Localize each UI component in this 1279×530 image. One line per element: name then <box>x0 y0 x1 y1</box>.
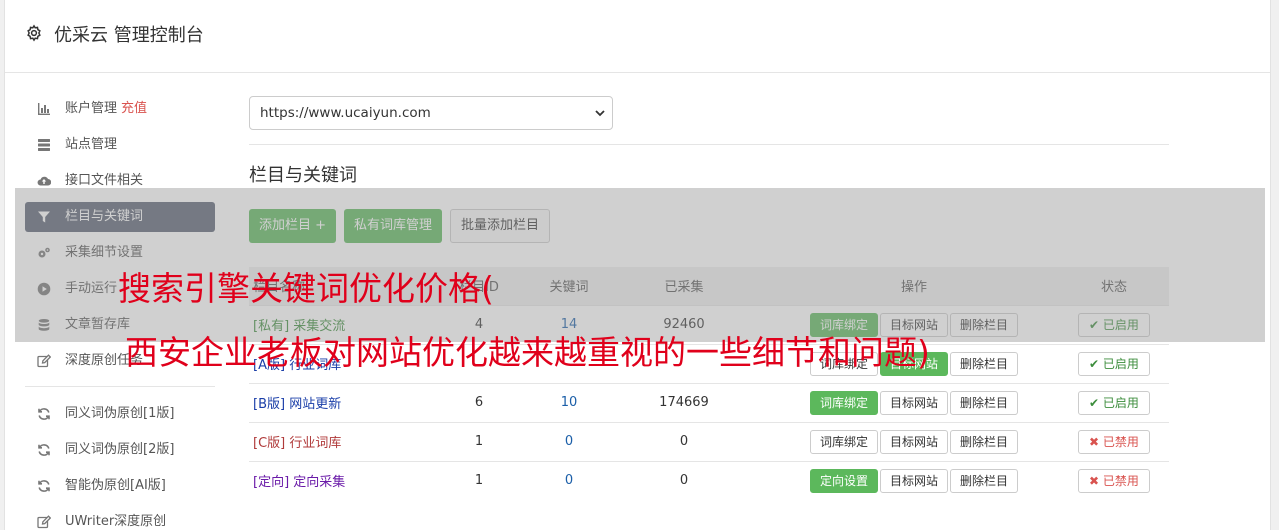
sidebar-item-label: 同义词伪原创[2版] <box>65 442 175 457</box>
site-select-value: https://www.ucaiyun.com <box>260 105 431 121</box>
cell-collected: 174669 <box>599 382 769 422</box>
overlay-title-line2: 西安企业老板对网站优化越来越重视的一些细节和问题) <box>125 333 930 372</box>
divider <box>249 144 1169 145</box>
status-toggle[interactable]: ✔ 已启用 <box>1078 390 1150 415</box>
bind-lib-button[interactable]: 词库绑定 <box>809 429 878 454</box>
status-toggle[interactable]: ✖ 已禁用 <box>1078 468 1150 493</box>
table-row: [B版] 网站更新 6 10 174669 词库绑定 目标网站 删除栏目 ✔ 已启用 <box>249 382 1169 422</box>
sidebar-item-sites[interactable]: 站点管理 <box>25 130 215 160</box>
gear-icon <box>27 24 41 42</box>
cell-actions: 词库绑定 目标网站 删除栏目 <box>769 421 1059 461</box>
cell-status: ✖ 已禁用 <box>1059 421 1169 461</box>
app-title: 优采云 管理控制台 <box>54 25 204 46</box>
sidebar-divider <box>25 386 215 387</box>
overlay-title-line1: 搜索引擎关键词优化价格( <box>118 269 494 308</box>
chevron-down-icon <box>595 110 605 117</box>
sidebar-item-ai-rewrite[interactable]: 智能伪原创[AI版] <box>25 471 215 501</box>
cell-actions: 定向设置 目标网站 删除栏目 <box>769 460 1059 500</box>
cell-id: 6 <box>419 382 539 422</box>
cell-actions: 词库绑定 目标网站 删除栏目 <box>769 382 1059 422</box>
cloud-upload-icon <box>37 176 51 186</box>
cell-id: 1 <box>419 460 539 500</box>
top-header: 优采云 管理控制台 <box>5 0 1270 73</box>
recharge-link[interactable]: 充值 <box>121 101 147 116</box>
cell-keywords[interactable]: 0 <box>539 460 599 500</box>
sidebar-item-label: 接口文件相关 <box>65 173 144 188</box>
table-row: [C版] 行业词库 1 0 0 词库绑定 目标网站 删除栏目 ✖ 已禁用 <box>249 421 1169 461</box>
target-site-button[interactable]: 目标网站 <box>879 390 948 415</box>
sidebar-item-label: UWriter深度原创 <box>65 514 167 529</box>
section-title: 栏目与关键词 <box>249 165 357 186</box>
bind-lib-button[interactable]: 词库绑定 <box>809 390 878 415</box>
cell-status: ✖ 已禁用 <box>1059 460 1169 500</box>
delete-column-button[interactable]: 删除栏目 <box>950 390 1019 415</box>
server-icon <box>38 139 50 151</box>
cell-keywords[interactable]: 0 <box>539 421 599 461</box>
status-toggle[interactable]: ✔ 已启用 <box>1078 351 1150 376</box>
column-name[interactable]: [C版] 行业词库 <box>249 421 419 461</box>
cell-keywords[interactable]: 10 <box>539 382 599 422</box>
sidebar-item-account[interactable]: 账户管理 充值 <box>25 94 215 124</box>
edit-icon <box>37 515 51 529</box>
cell-collected: 0 <box>599 421 769 461</box>
refresh-icon <box>38 408 50 420</box>
refresh-icon <box>38 444 50 456</box>
sidebar-item-synonym-v1[interactable]: 同义词伪原创[1版] <box>25 399 215 429</box>
sidebar-item-label: 同义词伪原创[1版] <box>65 406 175 421</box>
cell-status: ✔ 已启用 <box>1059 343 1169 383</box>
delete-column-button[interactable]: 删除栏目 <box>950 468 1019 493</box>
delete-column-button[interactable]: 删除栏目 <box>950 429 1019 454</box>
sidebar-item-uwriter[interactable]: UWriter深度原创 <box>25 507 215 530</box>
cell-collected: 0 <box>599 460 769 500</box>
sidebar-item-label: 智能伪原创[AI版] <box>65 478 166 493</box>
sidebar-item-synonym-v2[interactable]: 同义词伪原创[2版] <box>25 435 215 465</box>
table-row: [定向] 定向采集 1 0 0 定向设置 目标网站 删除栏目 ✖ 已禁用 <box>249 460 1169 500</box>
delete-column-button[interactable]: 删除栏目 <box>950 351 1019 376</box>
target-site-button[interactable]: 目标网站 <box>879 468 948 493</box>
refresh-icon <box>38 480 50 492</box>
site-select[interactable]: https://www.ucaiyun.com <box>249 96 613 130</box>
sidebar-item-label: 账户管理 <box>65 101 118 116</box>
bar-chart-icon <box>38 103 50 115</box>
sidebar-item-label: 站点管理 <box>65 137 118 152</box>
cell-id: 1 <box>419 421 539 461</box>
status-toggle[interactable]: ✖ 已禁用 <box>1078 429 1150 454</box>
column-name[interactable]: [B版] 网站更新 <box>249 382 419 422</box>
directed-settings-button[interactable]: 定向设置 <box>809 468 878 493</box>
edit-icon <box>37 354 51 368</box>
cell-status: ✔ 已启用 <box>1059 382 1169 422</box>
column-name[interactable]: [定向] 定向采集 <box>249 460 419 500</box>
target-site-button[interactable]: 目标网站 <box>879 429 948 454</box>
